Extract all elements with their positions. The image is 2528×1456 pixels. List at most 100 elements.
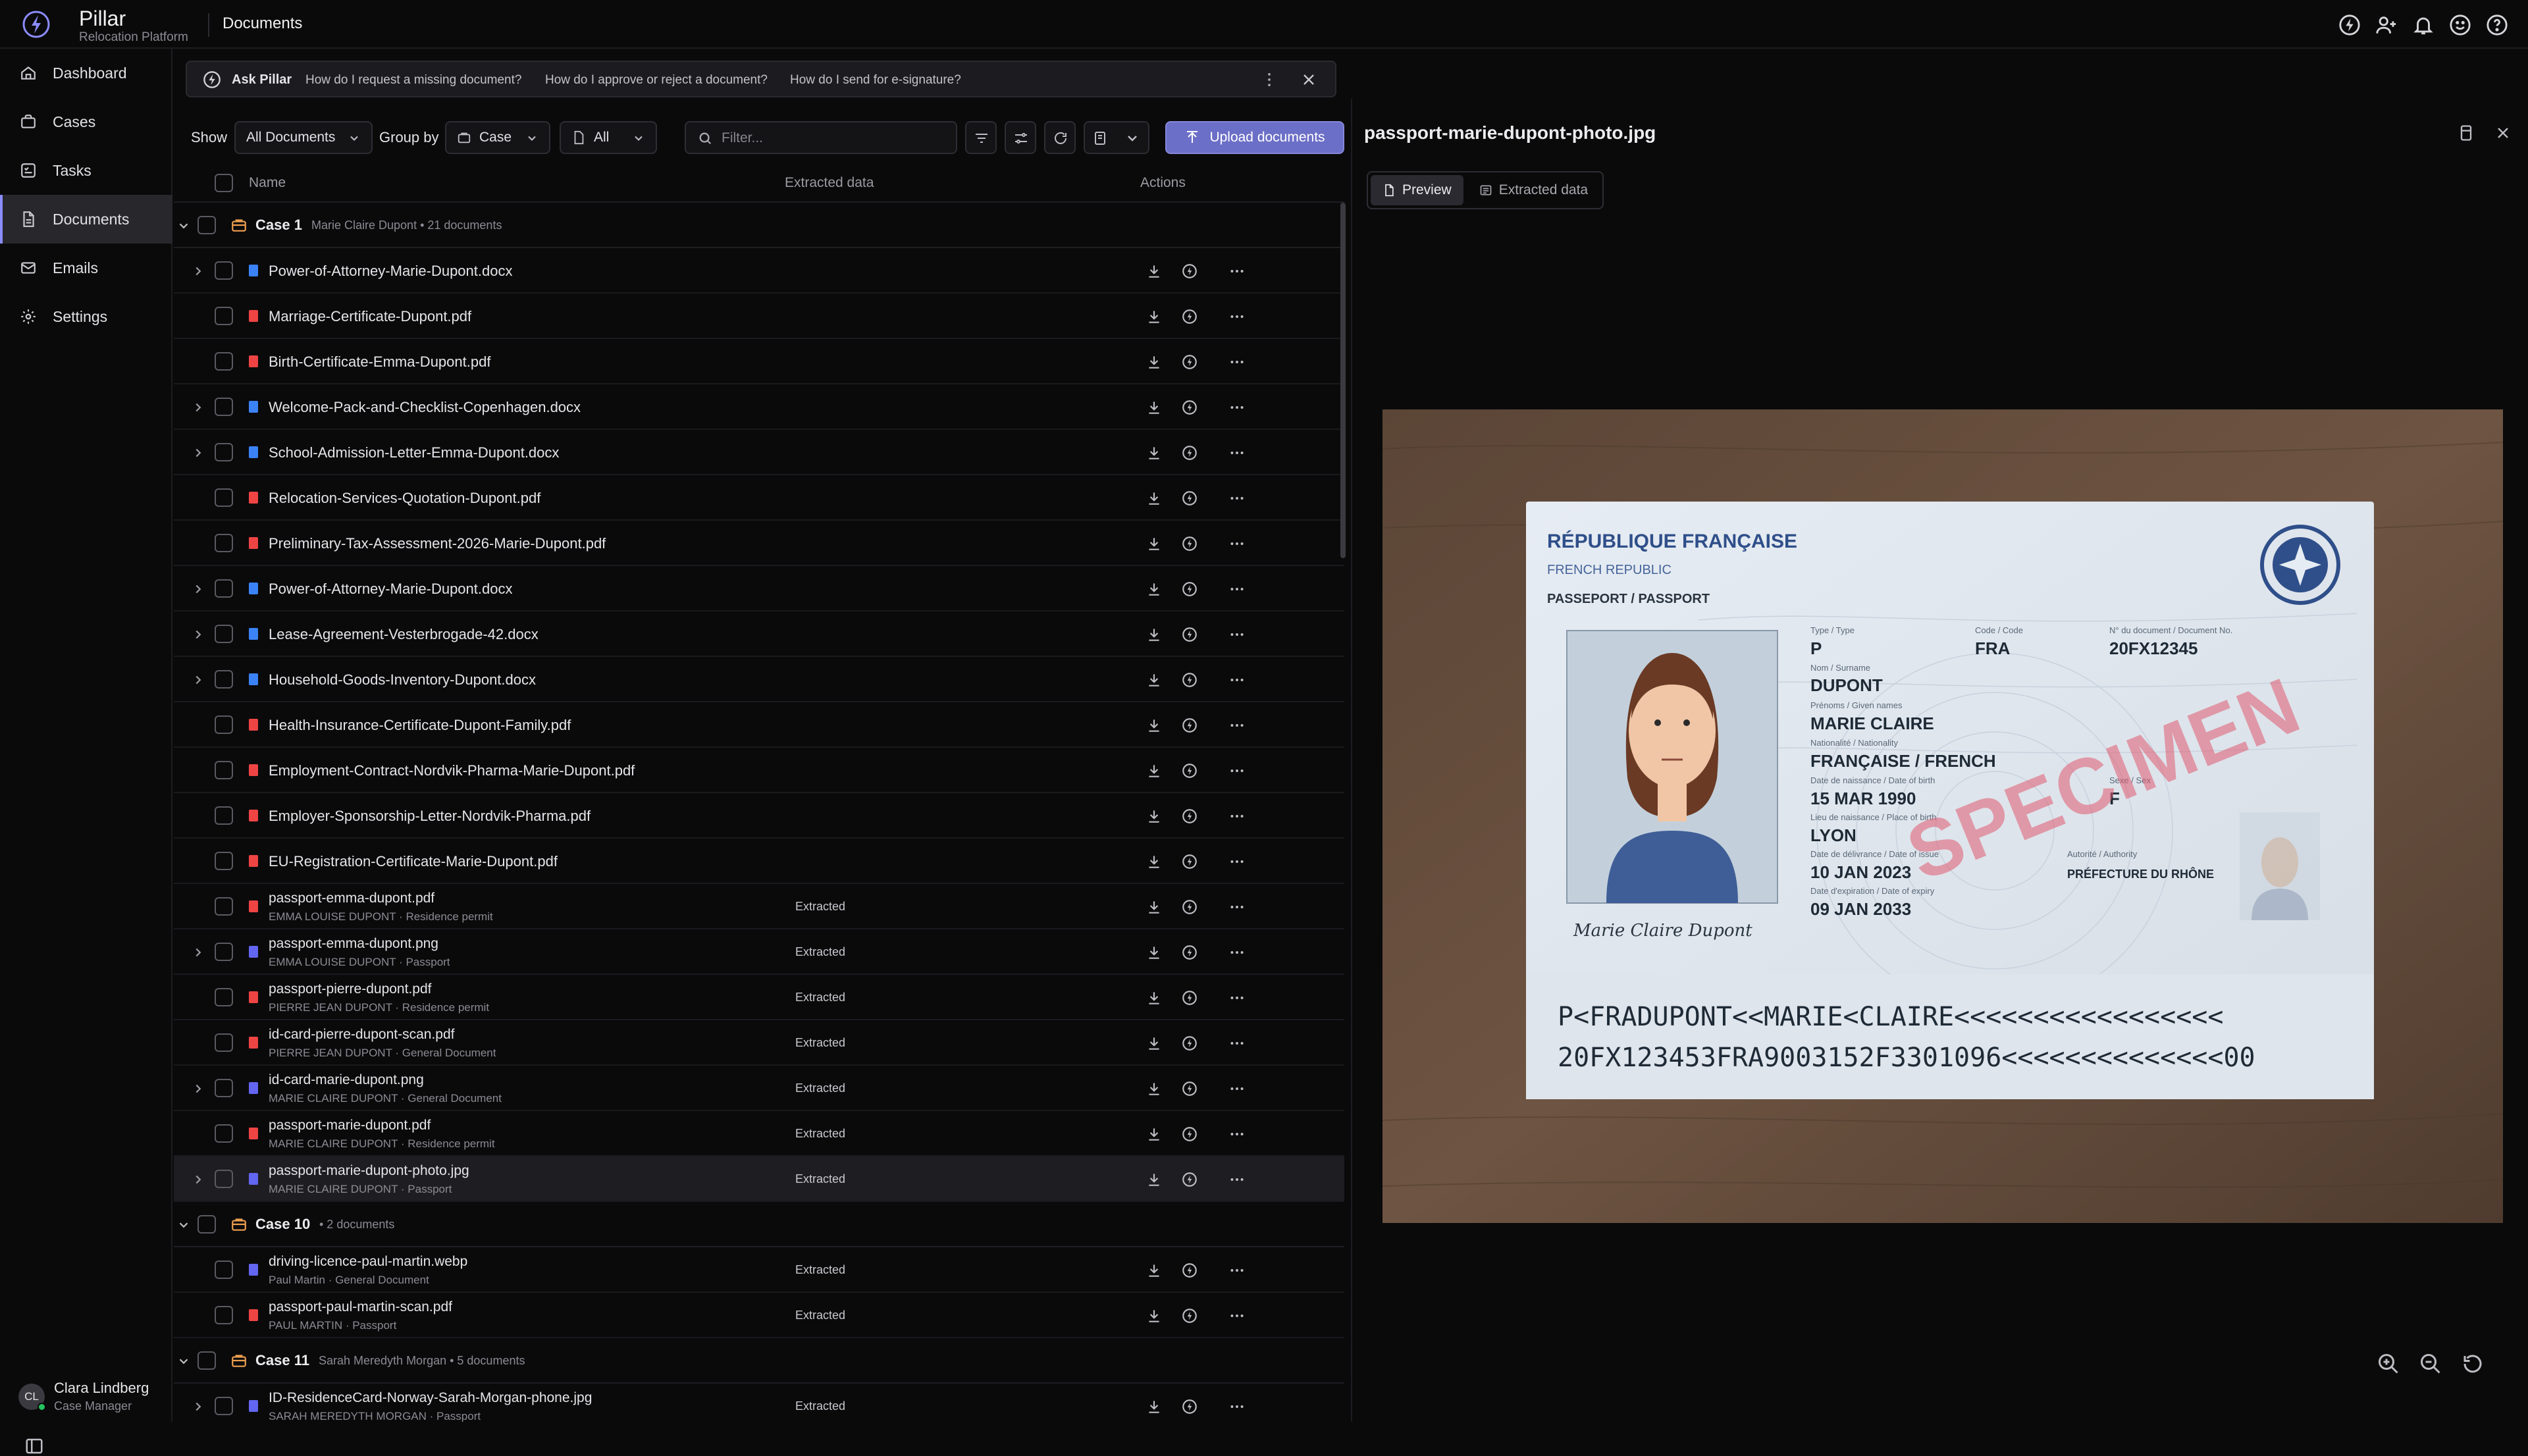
scrollbar[interactable] — [1340, 203, 1346, 558]
download-icon[interactable] — [1146, 535, 1163, 552]
download-icon[interactable] — [1146, 490, 1163, 507]
group-checkbox[interactable] — [198, 216, 216, 234]
chevron-right-icon[interactable] — [191, 1081, 205, 1096]
sidebar-item-dashboard[interactable]: Dashboard — [0, 49, 172, 97]
download-icon[interactable] — [1146, 581, 1163, 598]
document-row[interactable]: passport-emma-dupont.png EMMA LOUISE DUPO… — [174, 929, 1344, 975]
row-checkbox[interactable] — [215, 1397, 233, 1415]
more-horizontal-icon[interactable] — [1228, 353, 1246, 371]
document-name[interactable]: passport-emma-dupont.png — [269, 936, 438, 952]
more-horizontal-icon[interactable] — [1228, 853, 1246, 870]
document-row[interactable]: passport-pierre-dupont.pdf PIERRE JEAN DU… — [174, 975, 1344, 1020]
row-checkbox[interactable] — [215, 1079, 233, 1097]
view-options-button[interactable] — [1084, 121, 1149, 154]
more-horizontal-icon[interactable] — [1228, 490, 1246, 507]
document-row[interactable]: Employer-Sponsorship-Letter-Nordvik-Phar… — [174, 793, 1344, 839]
download-icon[interactable] — [1146, 853, 1163, 870]
e-signature-icon[interactable] — [1181, 853, 1198, 870]
tab-preview[interactable]: Preview — [1371, 175, 1463, 205]
download-icon[interactable] — [1146, 626, 1163, 643]
more-horizontal-icon[interactable] — [1228, 1080, 1246, 1097]
sidebar-toggle-icon[interactable] — [24, 1436, 45, 1456]
e-signature-icon[interactable] — [1181, 1171, 1198, 1188]
more-horizontal-icon[interactable] — [1228, 671, 1246, 689]
document-row[interactable]: passport-marie-dupont-photo.jpg MARIE CLA… — [174, 1157, 1344, 1202]
e-signature-icon[interactable] — [1181, 1262, 1198, 1279]
more-horizontal-icon[interactable] — [1228, 308, 1246, 325]
tab-extracted-data[interactable]: Extracted data — [1467, 175, 1600, 205]
document-row[interactable]: Household-Goods-Inventory-Dupont.docx — [174, 657, 1344, 702]
e-signature-icon[interactable] — [1181, 989, 1198, 1006]
download-icon[interactable] — [1146, 1080, 1163, 1097]
download-icon[interactable] — [1146, 1035, 1163, 1052]
chevron-right-icon[interactable] — [191, 264, 205, 278]
sidebar-item-tasks[interactable]: Tasks — [0, 146, 172, 195]
more-horizontal-icon[interactable] — [1228, 263, 1246, 280]
document-row[interactable]: Relocation-Services-Quotation-Dupont.pdf — [174, 475, 1344, 521]
e-signature-icon[interactable] — [1181, 762, 1198, 779]
row-checkbox[interactable] — [215, 1306, 233, 1324]
document-name[interactable]: Marriage-Certificate-Dupont.pdf — [269, 308, 471, 325]
document-row[interactable]: driving-licence-paul-martin.webp Paul Mar… — [174, 1247, 1344, 1293]
row-checkbox[interactable] — [215, 443, 233, 461]
user-add-icon[interactable] — [2375, 14, 2398, 36]
e-signature-icon[interactable] — [1181, 1035, 1198, 1052]
document-row[interactable]: School-Admission-Letter-Emma-Dupont.docx — [174, 430, 1344, 475]
e-signature-icon[interactable] — [1181, 444, 1198, 461]
document-name[interactable]: passport-marie-dupont-photo.jpg — [269, 1163, 469, 1179]
chevron-down-icon[interactable] — [176, 219, 191, 233]
document-name[interactable]: Household-Goods-Inventory-Dupont.docx — [269, 671, 536, 689]
download-icon[interactable] — [1146, 1262, 1163, 1279]
document-name[interactable]: School-Admission-Letter-Emma-Dupont.docx — [269, 444, 559, 461]
document-name[interactable]: Birth-Certificate-Emma-Dupont.pdf — [269, 353, 490, 371]
smile-icon[interactable] — [2449, 14, 2471, 36]
download-icon[interactable] — [1146, 808, 1163, 825]
more-horizontal-icon[interactable] — [1228, 1307, 1246, 1324]
e-signature-icon[interactable] — [1181, 1307, 1198, 1324]
document-row[interactable]: Power-of-Attorney-Marie-Dupont.docx — [174, 566, 1344, 611]
group-checkbox[interactable] — [198, 1215, 216, 1234]
chevron-right-icon[interactable] — [191, 400, 205, 415]
e-signature-icon[interactable] — [1181, 399, 1198, 416]
e-signature-icon[interactable] — [1181, 1126, 1198, 1143]
document-name[interactable]: Relocation-Services-Quotation-Dupont.pdf — [269, 490, 540, 507]
download-icon[interactable] — [1146, 671, 1163, 689]
show-select[interactable]: All Documents — [234, 121, 373, 154]
document-name[interactable]: id-card-pierre-dupont-scan.pdf — [269, 1027, 454, 1043]
chevron-right-icon[interactable] — [191, 627, 205, 642]
document-row[interactable]: passport-marie-dupont.pdf MARIE CLAIRE DU… — [174, 1111, 1344, 1157]
select-all-checkbox[interactable] — [215, 174, 233, 192]
filter-button[interactable] — [965, 121, 997, 154]
sidebar-item-settings[interactable]: Settings — [0, 292, 172, 341]
document-name[interactable]: Employer-Sponsorship-Letter-Nordvik-Phar… — [269, 808, 591, 825]
e-signature-icon[interactable] — [1181, 581, 1198, 598]
document-preview-image[interactable]: RÉPUBLIQUE FRANÇAISE FRENCH REPUBLIC PAS… — [1382, 409, 2503, 1223]
row-checkbox[interactable] — [215, 307, 233, 325]
close-icon[interactable] — [1300, 70, 1318, 89]
row-checkbox[interactable] — [215, 1033, 233, 1052]
row-checkbox[interactable] — [215, 761, 233, 779]
more-horizontal-icon[interactable] — [1228, 762, 1246, 779]
document-row[interactable]: Preliminary-Tax-Assessment-2026-Marie-Du… — [174, 521, 1344, 566]
row-checkbox[interactable] — [215, 261, 233, 280]
e-signature-icon[interactable] — [1181, 353, 1198, 371]
document-name[interactable]: id-card-marie-dupont.png — [269, 1072, 424, 1088]
download-icon[interactable] — [1146, 399, 1163, 416]
row-checkbox[interactable] — [215, 579, 233, 598]
download-icon[interactable] — [1146, 1307, 1163, 1324]
zoom-in-icon[interactable] — [2377, 1352, 2400, 1376]
document-name[interactable]: Power-of-Attorney-Marie-Dupont.docx — [269, 263, 512, 280]
more-horizontal-icon[interactable] — [1228, 444, 1246, 461]
more-horizontal-icon[interactable] — [1228, 581, 1246, 598]
e-signature-icon[interactable] — [1181, 535, 1198, 552]
chevron-right-icon[interactable] — [191, 673, 205, 687]
document-name[interactable]: passport-pierre-dupont.pdf — [269, 981, 431, 997]
chevron-right-icon[interactable] — [191, 1399, 205, 1414]
row-checkbox[interactable] — [215, 398, 233, 416]
document-name[interactable]: driving-licence-paul-martin.webp — [269, 1254, 467, 1270]
row-checkbox[interactable] — [215, 352, 233, 371]
document-row[interactable]: Welcome-Pack-and-Checklist-Copenhagen.do… — [174, 384, 1344, 430]
case-group-header[interactable]: Case 1 Marie Claire Dupont • 21 documents — [174, 203, 1344, 248]
row-checkbox[interactable] — [215, 670, 233, 689]
download-icon[interactable] — [1146, 308, 1163, 325]
